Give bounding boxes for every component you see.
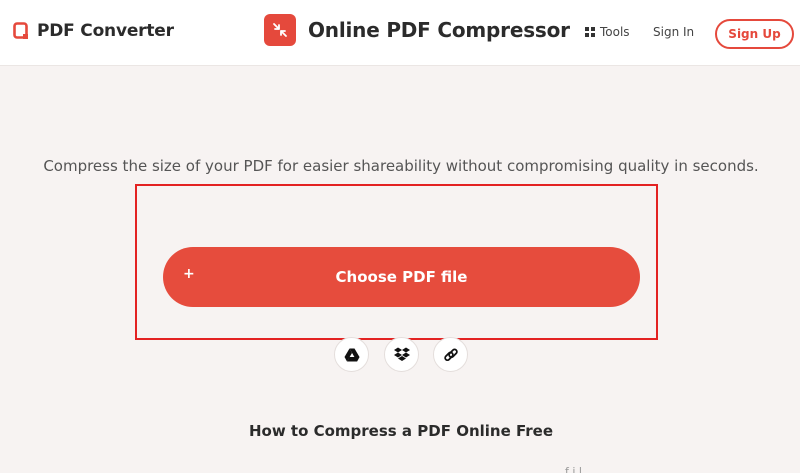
compress-icon (264, 14, 296, 46)
brand-name: PDF Converter (37, 21, 174, 41)
page-title: Online PDF Compressor (308, 18, 570, 42)
dropbox-button[interactable] (384, 337, 419, 372)
grid-icon (585, 27, 595, 37)
choose-pdf-file-label: Choose PDF file (335, 268, 468, 286)
sign-up-button[interactable]: Sign Up (715, 19, 794, 49)
choose-pdf-file-button[interactable]: + Choose PDF file (163, 247, 640, 307)
how-to-heading: How to Compress a PDF Online Free (248, 422, 554, 440)
tool-title-group: Online PDF Compressor (264, 14, 570, 46)
cut-off-text: f i l (565, 465, 582, 473)
site-header: PDF Converter Online PDF Compressor Tool… (0, 0, 800, 66)
google-drive-icon (344, 348, 359, 361)
brand-logo-icon (13, 22, 28, 39)
nav-tools[interactable]: Tools (585, 25, 630, 39)
tagline: Compress the size of your PDF for easier… (43, 157, 759, 175)
plus-icon: + (183, 266, 195, 282)
dropbox-icon (393, 347, 410, 361)
brand-link[interactable]: PDF Converter (13, 19, 174, 43)
sign-in-link[interactable]: Sign In (653, 25, 694, 39)
link-icon (443, 348, 458, 361)
google-drive-button[interactable] (334, 337, 369, 372)
url-link-button[interactable] (433, 337, 468, 372)
nav-tools-label: Tools (600, 25, 630, 39)
